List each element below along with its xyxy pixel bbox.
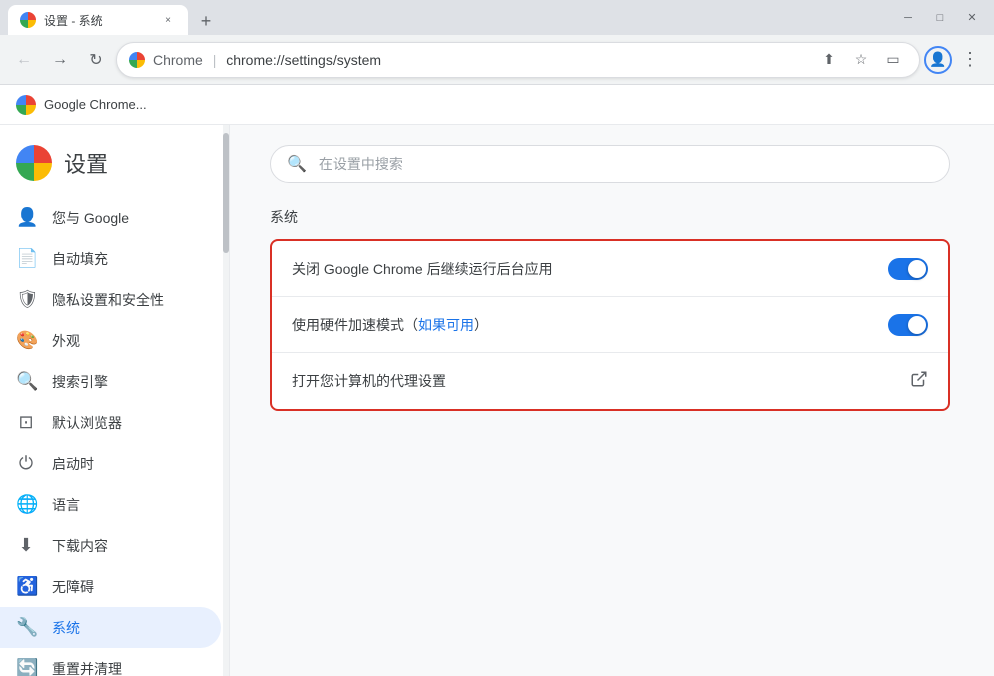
system-icon: 🔧 (16, 617, 36, 638)
tab-favicon (20, 12, 36, 28)
sidebar-scrollbar-thumb[interactable] (223, 133, 229, 253)
refresh-button[interactable]: ↻ (80, 44, 112, 76)
chrome-menu-button[interactable]: ⋮ (954, 44, 986, 76)
hardware-acceleration-toggle-slider (888, 314, 928, 336)
hardware-acceleration-label: 使用硬件加速模式（如果可用） (292, 315, 888, 335)
settings-title: 设置 (64, 147, 108, 179)
background-apps-toggle-slider (888, 258, 928, 280)
startup-icon: ⏻ (16, 453, 36, 474)
browser-icon: ⊡ (16, 412, 36, 433)
maximize-button[interactable]: □ (926, 7, 954, 29)
active-tab[interactable]: 设置 - 系统 × (8, 5, 188, 35)
close-window-button[interactable]: ✕ (958, 7, 986, 29)
sidebar-item-autofill[interactable]: 📄 自动填充 (0, 238, 221, 279)
address-favicon (129, 52, 145, 68)
background-apps-row: 关闭 Google Chrome 后继续运行后台应用 (272, 241, 948, 297)
sidebar-item-search[interactable]: 🔍 搜索引擎 (0, 361, 221, 402)
sidebar-item-privacy[interactable]: 🛡 隐私设置和安全性 (0, 279, 221, 320)
hardware-acceleration-toggle[interactable] (888, 314, 928, 336)
sidebar-label-startup: 启动时 (52, 454, 94, 474)
sidebar-item-downloads[interactable]: ⬇ 下载内容 (0, 525, 221, 566)
sidebar-toggle-button[interactable]: ▭ (879, 46, 907, 74)
sidebar-item-accessibility[interactable]: ♿ 无障碍 (0, 566, 221, 607)
address-text: Chrome | chrome://settings/system (153, 52, 807, 68)
search-icon: 🔍 (287, 154, 307, 174)
sidebar-scrollbar[interactable] (223, 125, 229, 676)
palette-icon: 🎨 (16, 330, 36, 351)
titlebar: 设置 - 系统 × + ─ □ ✕ (0, 0, 994, 35)
share-button[interactable]: ⬆ (815, 46, 843, 74)
forward-button[interactable]: → (44, 44, 76, 76)
hw-label-suffix: ） (474, 317, 488, 333)
sidebar-item-browser[interactable]: ⊡ 默认浏览器 (0, 402, 221, 443)
proxy-label: 打开您计算机的代理设置 (292, 371, 910, 391)
address-action-icons: ⬆ ☆ ▭ (815, 46, 907, 74)
sidebar-label-browser: 默认浏览器 (52, 413, 122, 433)
content-area: 设置 👤 您与 Google 📄 自动填充 🛡 隐私设置和安全性 🎨 外观 🔍 … (0, 125, 994, 676)
accessibility-icon: ♿ (16, 576, 36, 597)
hw-label-prefix: 使用硬件加速模式（ (292, 317, 418, 333)
tab-title: 设置 - 系统 (44, 12, 152, 29)
download-icon: ⬇ (16, 535, 36, 556)
tab-area: 设置 - 系统 × + (8, 0, 886, 35)
sidebar-label-downloads: 下载内容 (52, 536, 108, 556)
address-bar[interactable]: Chrome | chrome://settings/system ⬆ ☆ ▭ (116, 42, 920, 78)
section-title: 系统 (270, 207, 954, 227)
address-separator: | (213, 52, 217, 68)
chrome-logo (16, 95, 36, 115)
minimize-button[interactable]: ─ (894, 7, 922, 29)
sidebar-item-google[interactable]: 👤 您与 Google (0, 197, 221, 238)
autofill-icon: 📄 (16, 248, 36, 269)
back-button[interactable]: ← (8, 44, 40, 76)
url-text: chrome://settings/system (226, 52, 381, 68)
search-input[interactable] (319, 156, 933, 172)
hw-label-link[interactable]: 如果可用 (418, 317, 474, 333)
person-icon: 👤 (16, 207, 36, 228)
sidebar-label-google: 您与 Google (52, 208, 129, 228)
sidebar-item-language[interactable]: 🌐 语言 (0, 484, 221, 525)
sidebar: 设置 👤 您与 Google 📄 自动填充 🛡 隐私设置和安全性 🎨 外观 🔍 … (0, 125, 230, 676)
chrome-label: Chrome (153, 52, 203, 68)
main-content: 🔍 系统 关闭 Google Chrome 后继续运行后台应用 使用硬件加速模式… (230, 125, 994, 676)
bookmark-button[interactable]: ☆ (847, 46, 875, 74)
external-link-icon[interactable] (910, 370, 928, 393)
system-settings-card: 关闭 Google Chrome 后继续运行后台应用 使用硬件加速模式（如果可用… (270, 239, 950, 411)
right-icons: 👤 ⋮ (924, 44, 986, 76)
sidebar-item-reset[interactable]: 🔄 重置并清理 (0, 648, 221, 676)
sidebar-item-system[interactable]: 🔧 系统 (0, 607, 221, 648)
search-container: 🔍 (270, 145, 954, 183)
reset-icon: 🔄 (16, 658, 36, 676)
proxy-settings-row: 打开您计算机的代理设置 (272, 353, 948, 409)
user-profile-button[interactable]: 👤 (924, 46, 952, 74)
search-box[interactable]: 🔍 (270, 145, 950, 183)
search-icon: 🔍 (16, 371, 36, 392)
sidebar-item-startup[interactable]: ⏻ 启动时 (0, 443, 221, 484)
sidebar-item-appearance[interactable]: 🎨 外观 (0, 320, 221, 361)
window-controls: ─ □ ✕ (894, 7, 986, 29)
hardware-acceleration-row: 使用硬件加速模式（如果可用） (272, 297, 948, 353)
sidebar-label-appearance: 外观 (52, 331, 80, 351)
background-apps-toggle[interactable] (888, 258, 928, 280)
sidebar-label-accessibility: 无障碍 (52, 577, 94, 597)
sidebar-label-search: 搜索引擎 (52, 372, 108, 392)
background-apps-label: 关闭 Google Chrome 后继续运行后台应用 (292, 259, 888, 279)
sidebar-label-privacy: 隐私设置和安全性 (52, 290, 164, 310)
tab-close-button[interactable]: × (160, 12, 176, 28)
shield-icon: 🛡 (16, 289, 36, 310)
settings-header: 设置 (0, 133, 229, 197)
sidebar-label-reset: 重置并清理 (52, 659, 122, 676)
sidebar-label-language: 语言 (52, 495, 80, 515)
sidebar-label-autofill: 自动填充 (52, 249, 108, 269)
chrome-header-text: Google Chrome... (44, 97, 147, 112)
chrome-header-bar: Google Chrome... (0, 85, 994, 125)
new-tab-button[interactable]: + (192, 7, 220, 35)
sidebar-label-system: 系统 (52, 618, 80, 638)
settings-logo (16, 145, 52, 181)
language-icon: 🌐 (16, 494, 36, 515)
navbar: ← → ↻ Chrome | chrome://settings/system … (0, 35, 994, 85)
